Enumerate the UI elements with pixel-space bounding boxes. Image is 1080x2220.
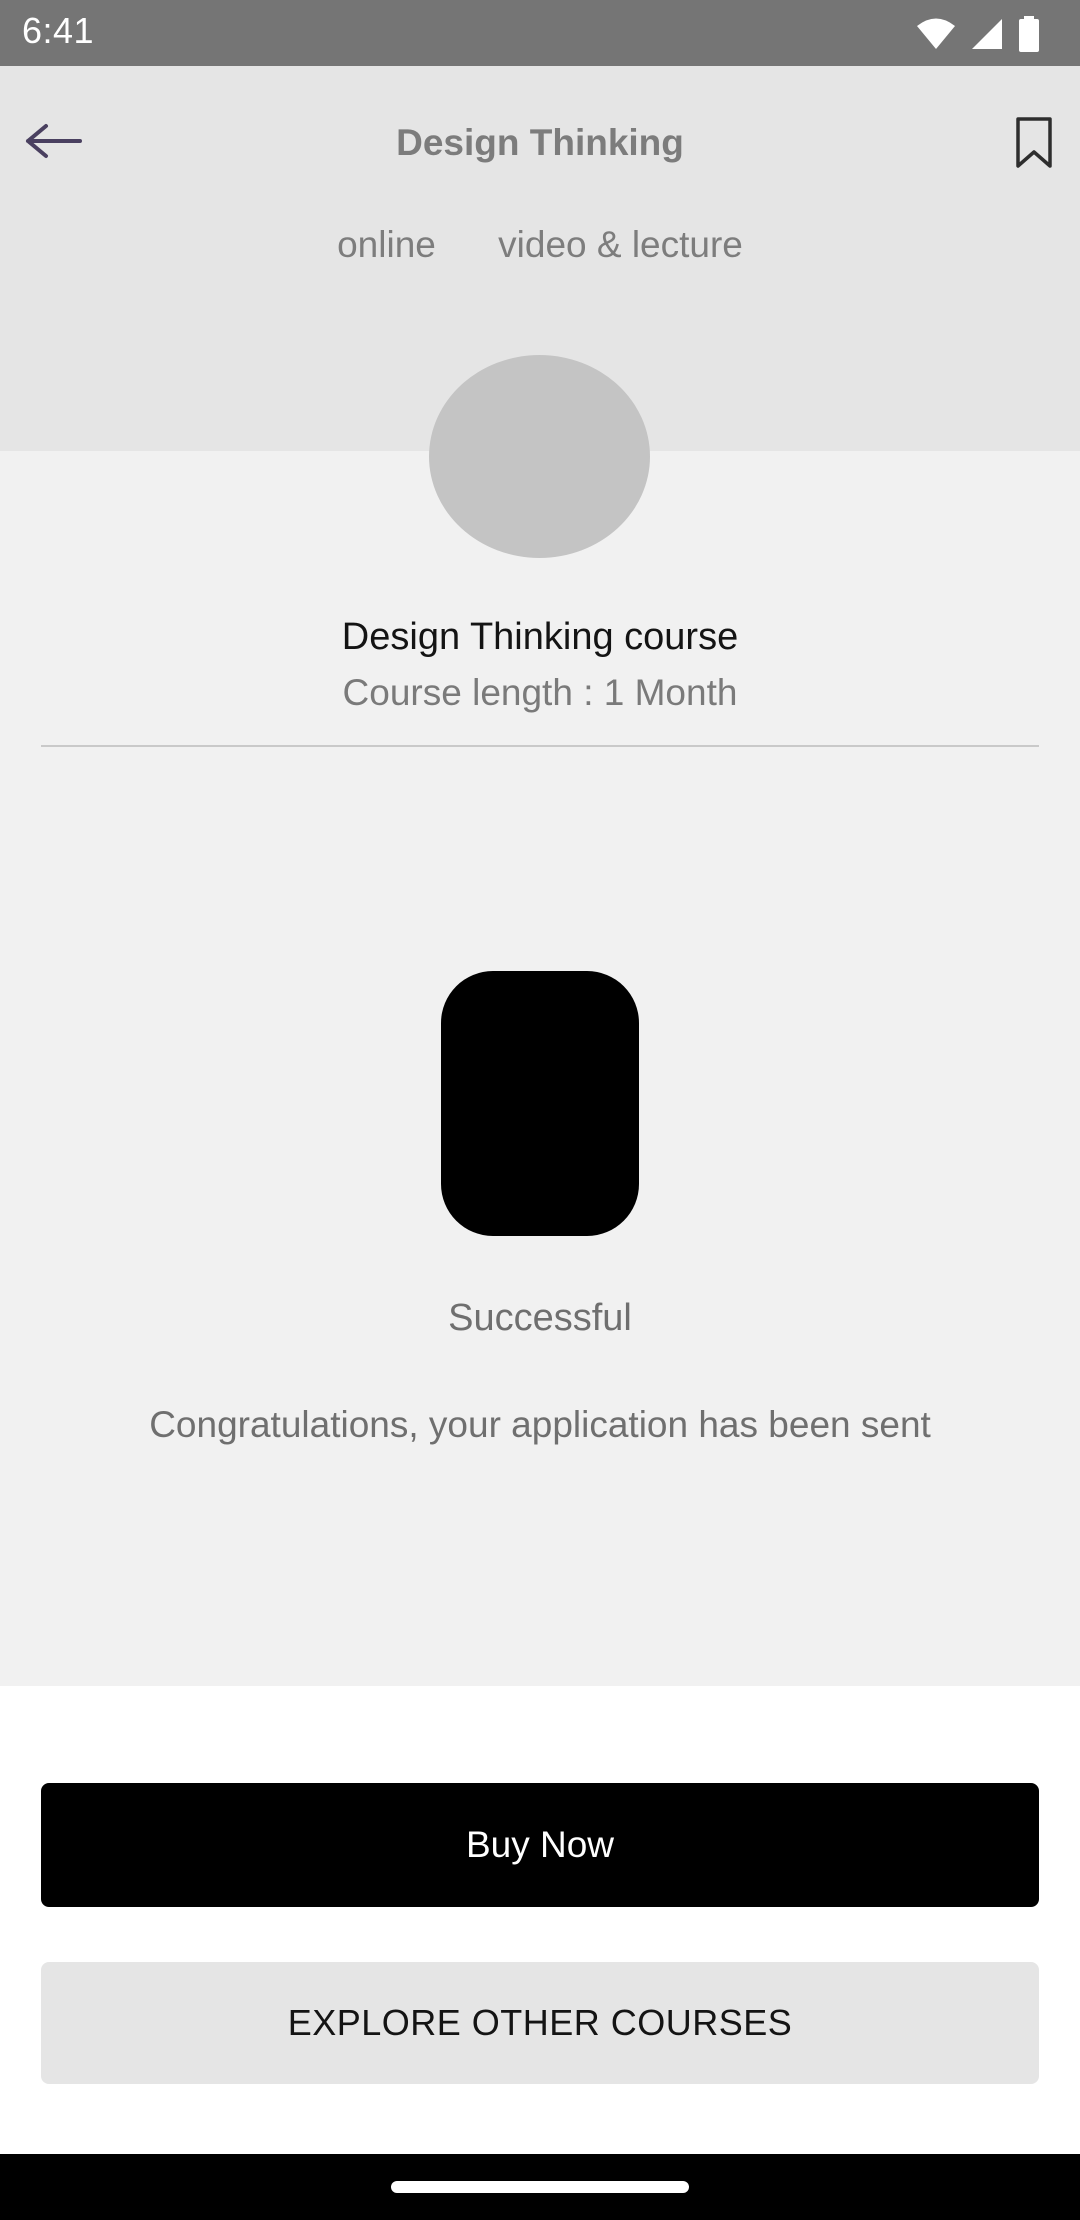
success-title: Successful (448, 1297, 632, 1339)
wifi-icon (917, 18, 955, 49)
page-title: Design Thinking (396, 122, 684, 163)
explore-label: EXPLORE OTHER COURSES (287, 2002, 793, 2043)
divider (41, 745, 1039, 747)
success-image (441, 971, 639, 1236)
cellular-signal-icon (972, 19, 1002, 49)
course-length: Course length : 1 Month (342, 672, 738, 713)
tag-online: online (337, 224, 436, 265)
bookmark-button[interactable] (1014, 116, 1054, 170)
tag-video-lecture: video & lecture (498, 224, 743, 265)
course-tags: online video & lecture (0, 224, 1080, 266)
battery-icon (1019, 16, 1039, 52)
success-message: Congratulations, your application has be… (149, 1404, 931, 1445)
course-title: Design Thinking course (341, 616, 739, 658)
buy-now-button[interactable]: Buy Now (41, 1783, 1039, 1907)
status-icons (916, 14, 1040, 54)
buy-now-label: Buy Now (465, 1824, 615, 1865)
status-time: 6:41 (22, 10, 95, 51)
bookmark-icon (1016, 117, 1052, 168)
course-avatar (429, 355, 650, 558)
explore-other-courses-button[interactable]: EXPLORE OTHER COURSES (41, 1962, 1039, 2084)
home-indicator[interactable] (391, 2181, 689, 2193)
status-bar: 6:41 (0, 0, 1080, 66)
